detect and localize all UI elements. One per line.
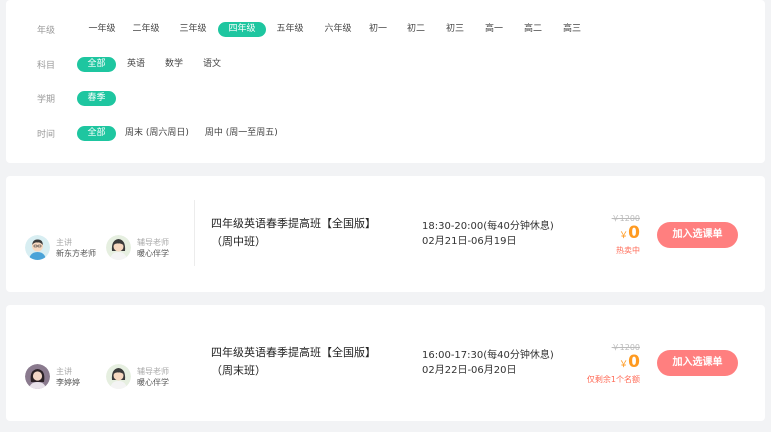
- course-card[interactable]: 主讲 李婷婷 辅导老师 暖心伴学 四年级英语春季提高班【全国版】 （周末班） 1…: [6, 305, 765, 421]
- grade-option-8[interactable]: 初二: [400, 22, 432, 37]
- course-dates: 02月21日-06月19日: [422, 236, 517, 247]
- course-title-line1: 四年级英语春季提高班【全国版】: [211, 346, 376, 359]
- filter-panel: 年级 一年级 二年级 三年级 四年级 五年级 六年级 初一 初二 初三 高一 高…: [6, 0, 765, 163]
- teacher-avatar-boy-icon: [25, 235, 50, 260]
- grade-option-2[interactable]: 二年级: [124, 22, 168, 37]
- time-option-weekend[interactable]: 周末 (周六周日): [120, 126, 194, 141]
- tutor-name: 暖心伴学: [137, 248, 169, 258]
- grade-option-11[interactable]: 高二: [517, 22, 549, 37]
- tutor-avatar-girl-icon: [106, 364, 131, 389]
- term-option-spring[interactable]: 春季: [77, 90, 116, 106]
- grade-option-9[interactable]: 初三: [439, 22, 471, 37]
- price-value: 0: [628, 223, 640, 243]
- tutor-name: 暖心伴学: [137, 377, 169, 387]
- course-card[interactable]: 主讲 新东方老师 辅导老师 暖心伴学 四年级英语春季提高班【全国版】 （周中班）…: [6, 176, 765, 292]
- main-teacher: 主讲 新东方老师: [25, 235, 96, 260]
- currency-symbol: ￥: [619, 231, 629, 241]
- grade-option-3[interactable]: 三年级: [171, 22, 215, 37]
- current-price: ￥0: [580, 353, 640, 374]
- subject-option-all[interactable]: 全部: [77, 56, 116, 72]
- subject-filter-row: 科目 全部 英语 数学 语文: [37, 56, 230, 72]
- tutor-teacher: 辅导老师 暖心伴学: [106, 364, 169, 389]
- time-option-all[interactable]: 全部: [77, 125, 116, 141]
- main-teacher-name: 新东方老师: [56, 248, 96, 258]
- grade-option-12[interactable]: 高三: [556, 22, 588, 37]
- grade-option-10[interactable]: 高一: [478, 22, 510, 37]
- subject-option-math[interactable]: 数学: [156, 57, 192, 72]
- currency-symbol: ￥: [619, 360, 629, 370]
- tutor-teacher: 辅导老师 暖心伴学: [106, 235, 169, 260]
- course-title[interactable]: 四年级英语春季提高班【全国版】 （周末班）: [211, 344, 401, 380]
- time-filter-label: 时间: [37, 129, 56, 140]
- subject-option-chinese[interactable]: 语文: [194, 57, 230, 72]
- course-schedule: 18:30-20:00(每40分钟休息) 02月21日-06月19日: [422, 219, 554, 249]
- grade-option-6[interactable]: 六年级: [316, 22, 360, 37]
- time-filter-row: 时间 全部 周末 (周六周日) 周中 (周一至周五): [37, 125, 283, 141]
- subject-option-english[interactable]: 英语: [118, 57, 154, 72]
- course-title-line2: （周中班）: [211, 235, 266, 248]
- grade-option-1[interactable]: 一年级: [80, 22, 124, 37]
- course-title[interactable]: 四年级英语春季提高班【全国版】 （周中班）: [211, 215, 401, 251]
- subject-filter-label: 科目: [37, 60, 56, 71]
- term-filter-row: 学期 春季: [37, 90, 116, 106]
- status-note: 仅剩余1个名额: [586, 375, 640, 384]
- tutor-role: 辅导老师: [137, 366, 169, 376]
- course-dates: 02月22日-06月20日: [422, 365, 517, 376]
- main-teacher-name: 李婷婷: [56, 377, 80, 387]
- teacher-photo-avatar: [25, 364, 50, 389]
- grade-filter-label: 年级: [37, 25, 56, 36]
- add-to-cart-button[interactable]: 加入选课单: [657, 222, 738, 248]
- current-price: ￥0: [580, 224, 640, 245]
- main-teacher-role: 主讲: [56, 366, 72, 376]
- course-schedule: 16:00-17:30(每40分钟休息) 02月22日-06月20日: [422, 348, 554, 378]
- term-filter-label: 学期: [37, 94, 56, 105]
- tutor-avatar-girl-icon: [106, 235, 131, 260]
- main-teacher-role: 主讲: [56, 237, 72, 247]
- course-title-line1: 四年级英语春季提高班【全国版】: [211, 217, 376, 230]
- price-block: ￥1200 ￥0 仅剩余1个名额: [580, 343, 640, 385]
- grade-option-5[interactable]: 五年级: [268, 22, 312, 37]
- course-title-line2: （周末班）: [211, 364, 266, 377]
- price-value: 0: [628, 352, 640, 372]
- course-time: 16:00-17:30(每40分钟休息): [422, 350, 554, 361]
- main-teacher: 主讲 李婷婷: [25, 364, 80, 389]
- tutor-role: 辅导老师: [137, 237, 169, 247]
- grade-option-7[interactable]: 初一: [362, 22, 394, 37]
- add-to-cart-button[interactable]: 加入选课单: [657, 350, 738, 376]
- grade-filter-row: 年级 一年级 二年级 三年级 四年级 五年级 六年级 初一 初二 初三 高一 高…: [37, 21, 588, 37]
- course-time: 18:30-20:00(每40分钟休息): [422, 221, 554, 232]
- price-block: ￥1200 ￥0 热卖中: [580, 214, 640, 256]
- status-note: 热卖中: [616, 246, 640, 255]
- divider: [194, 200, 195, 266]
- grade-option-4[interactable]: 四年级: [218, 21, 266, 37]
- time-option-weekday[interactable]: 周中 (周一至周五): [200, 126, 283, 141]
